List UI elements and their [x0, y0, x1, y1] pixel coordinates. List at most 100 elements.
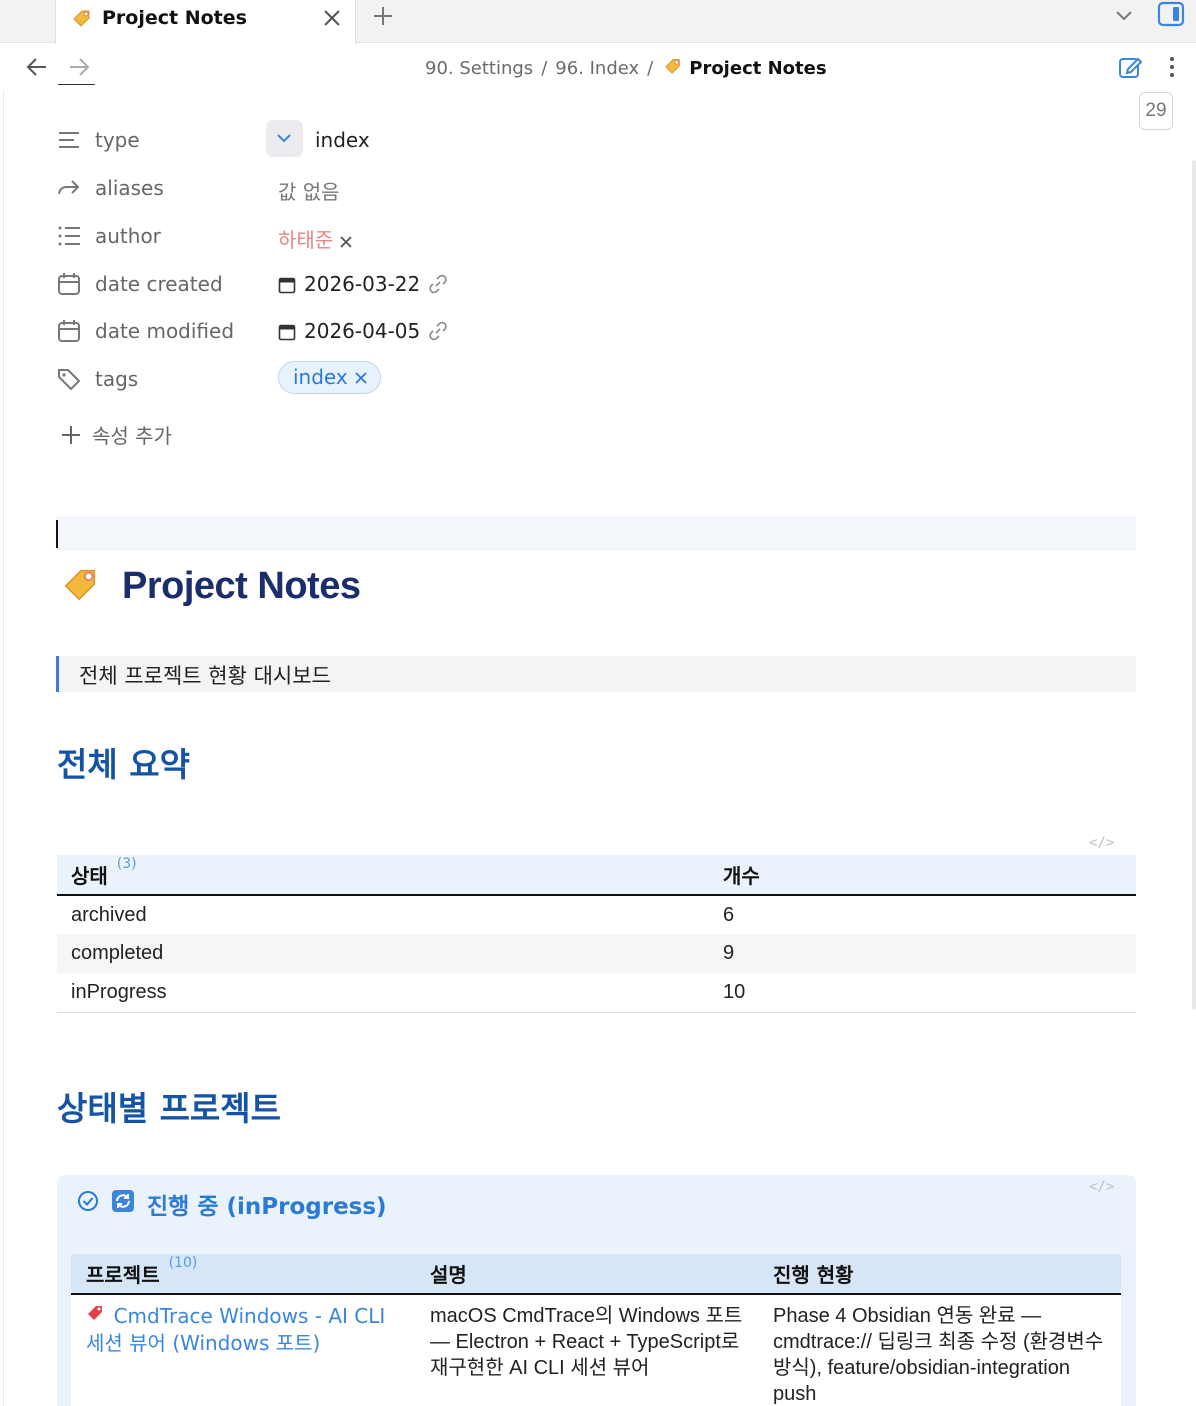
property-aliases: aliases 값 없음 [56, 171, 556, 207]
property-type: type index [56, 120, 556, 159]
type-dropdown[interactable] [266, 120, 303, 157]
text-lines-icon [56, 127, 82, 153]
nav-bar: 90. Settings / 96. Index / Project Notes [0, 44, 1196, 90]
tab-bar: Project Notes [0, 0, 1196, 44]
calendar-icon [56, 318, 82, 344]
col-header-project[interactable]: 프로젝트 (10) [71, 1254, 415, 1295]
inprogress-callout: </> 진행 중 (inProgress) 프로젝트 (10) 설명 진행 현황 [57, 1175, 1136, 1406]
calendar-icon[interactable] [278, 322, 296, 346]
callout-title-text: 진행 중 (inProgress) [147, 1194, 387, 1220]
table-row: completed 9 [57, 934, 1136, 973]
forward-arrow-icon[interactable] [66, 56, 92, 78]
property-author: author 하태준 [56, 219, 556, 255]
label-tag-icon [663, 56, 683, 81]
add-property-label: 속성 추가 [92, 424, 172, 448]
close-tab-icon[interactable] [320, 6, 344, 30]
callout-title[interactable]: 진행 중 (inProgress) [77, 1187, 387, 1221]
col-header-count[interactable]: 개수 [709, 855, 1136, 896]
breadcrumb-separator: / [541, 58, 548, 79]
chevron-down-icon[interactable] [1112, 4, 1136, 28]
label-tag-icon [71, 7, 93, 34]
property-name[interactable]: date created [95, 272, 223, 296]
scrollbar[interactable] [1192, 160, 1196, 1010]
property-name[interactable]: author [95, 224, 161, 248]
summary-heading: 전체 요약 [57, 745, 190, 784]
status-cell: completed [57, 934, 709, 973]
date-modified-value[interactable]: 2026-04-05 [278, 319, 448, 346]
blockquote[interactable]: 전체 프로젝트 현황 대시보드 [56, 656, 1136, 692]
count-cell: 6 [723, 903, 735, 926]
type-value[interactable]: index [315, 128, 370, 152]
property-date-created: date created 2026-03-22 [56, 267, 556, 303]
col-header-project-label: 프로젝트 [86, 1263, 160, 1287]
note-title: Project Notes [60, 563, 361, 610]
table-row: inProgress 10 [57, 973, 1136, 1013]
project-link[interactable]: CmdTrace Windows - AI CLI 세션 뷰어 (Windows… [86, 1304, 385, 1355]
property-name[interactable]: aliases [95, 176, 164, 200]
more-options-icon[interactable] [1160, 54, 1184, 80]
list-icon [56, 223, 82, 249]
add-property-button[interactable]: 속성 추가 [60, 420, 172, 449]
forward-arrow-icon [56, 175, 82, 201]
project-cell: CmdTrace Windows - AI CLI 세션 뷰어 (Windows… [71, 1294, 415, 1406]
date-modified-text[interactable]: 2026-04-05 [304, 319, 420, 343]
row-count: (3) [116, 856, 137, 872]
check-circle-icon [77, 1190, 99, 1218]
link-icon[interactable] [428, 321, 448, 346]
calendar-icon [56, 271, 82, 297]
remove-tag-icon[interactable] [354, 363, 368, 394]
date-created-value[interactable]: 2026-03-22 [278, 272, 448, 299]
author-value[interactable]: 하태준 [278, 224, 353, 254]
tags-icon [56, 366, 82, 392]
author-name[interactable]: 하태준 [278, 228, 333, 252]
inprogress-table: 프로젝트 (10) 설명 진행 현황 CmdTrace Windows - AI… [71, 1254, 1121, 1406]
count-cell: 10 [709, 973, 1136, 1013]
pane-divider [3, 90, 4, 1406]
edit-icon[interactable] [1117, 54, 1143, 80]
label-tag-icon [60, 563, 102, 610]
page-badge: 29 [1139, 92, 1173, 130]
property-name[interactable]: type [95, 128, 140, 152]
cycle-arrows-icon [111, 1189, 135, 1219]
back-arrow-icon[interactable] [24, 56, 50, 78]
breadcrumb-settings[interactable]: 90. Settings [425, 58, 533, 79]
sidebar-toggle-icon[interactable] [1157, 1, 1185, 27]
date-created-text[interactable]: 2026-03-22 [304, 272, 420, 296]
col-header-status[interactable]: 상태 (3) [57, 855, 709, 896]
col-header-description[interactable]: 설명 [415, 1254, 758, 1295]
properties-heading-fragment: ── [58, 84, 108, 98]
note-title-text: Project Notes [122, 565, 361, 607]
row-count: (10) [168, 1255, 198, 1271]
summary-table: 상태 (3) 개수 archived 6 completed 9 inProgr… [57, 855, 1136, 1013]
remove-author-icon[interactable] [339, 230, 353, 254]
breadcrumb-index[interactable]: 96. Index [555, 58, 639, 79]
code-view-icon[interactable]: </> [1089, 1179, 1114, 1195]
tag-label[interactable]: index [293, 365, 348, 389]
quote-text: 전체 프로젝트 현황 대시보드 [79, 664, 331, 688]
property-name[interactable]: tags [95, 367, 138, 391]
link-icon[interactable] [428, 274, 448, 299]
calendar-icon[interactable] [278, 275, 296, 299]
tag-pill-index[interactable]: index [278, 361, 381, 394]
description-cell: macOS CmdTrace의 Windows 포트 — Electron + … [415, 1294, 758, 1406]
property-name[interactable]: date modified [95, 319, 234, 343]
table-row: CmdTrace Windows - AI CLI 세션 뷰어 (Windows… [71, 1294, 1121, 1406]
active-line[interactable] [56, 516, 1136, 551]
code-view-icon[interactable]: </> [1089, 835, 1114, 851]
text-cursor [56, 520, 58, 548]
col-header-status-label: 상태 [71, 864, 108, 888]
breadcrumb-separator: / [647, 58, 654, 79]
new-tab-icon[interactable] [370, 3, 396, 29]
status-heading: 상태별 프로젝트 [57, 1082, 281, 1130]
breadcrumb: 90. Settings / 96. Index / Project Notes [425, 56, 827, 81]
status-heading-text: 상태별 프로젝트 [57, 1089, 282, 1128]
table-row: archived 6 [57, 895, 1136, 934]
property-date-modified: date modified 2026-04-05 [56, 314, 556, 350]
count-cell: 9 [709, 934, 1136, 973]
aliases-value[interactable]: 값 없음 [278, 176, 340, 205]
property-tags: tags index [56, 361, 556, 398]
col-header-progress[interactable]: 진행 현황 [758, 1254, 1121, 1295]
tab-project-notes[interactable]: Project Notes [55, 0, 356, 44]
breadcrumb-current: Project Notes [689, 58, 827, 79]
status-cell: inProgress [57, 973, 709, 1013]
